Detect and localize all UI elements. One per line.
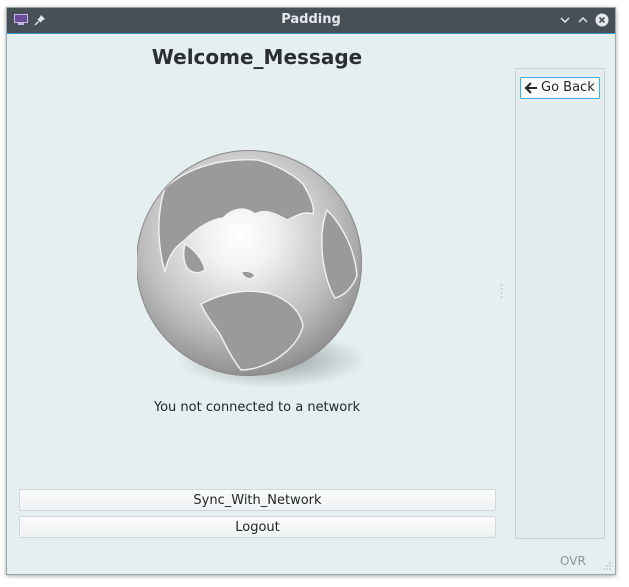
sync-with-network-button[interactable]: Sync_With_Network	[19, 489, 496, 511]
app-window: Padding Welcome_Message You not connecte…	[6, 7, 616, 575]
welcome-heading: Welcome_Message	[151, 45, 363, 69]
connection-status: You not connected to a network	[153, 400, 361, 415]
logout-button[interactable]: Logout	[19, 516, 496, 538]
titlebar[interactable]: Padding	[7, 8, 615, 34]
resize-grip-icon[interactable]	[600, 559, 612, 571]
side-panel: Go Back	[515, 68, 605, 539]
globe-icon	[137, 150, 367, 388]
maximize-icon[interactable]	[576, 13, 590, 27]
arrow-left-icon	[524, 82, 537, 94]
window-title: Padding	[281, 12, 341, 27]
overwrite-mode-indicator: OVR	[560, 554, 586, 568]
go-back-button[interactable]: Go Back	[520, 77, 600, 99]
splitter-handle[interactable]	[500, 283, 503, 301]
minimize-icon[interactable]	[558, 13, 572, 27]
close-icon[interactable]	[595, 13, 609, 27]
go-back-label: Go Back	[541, 80, 595, 95]
